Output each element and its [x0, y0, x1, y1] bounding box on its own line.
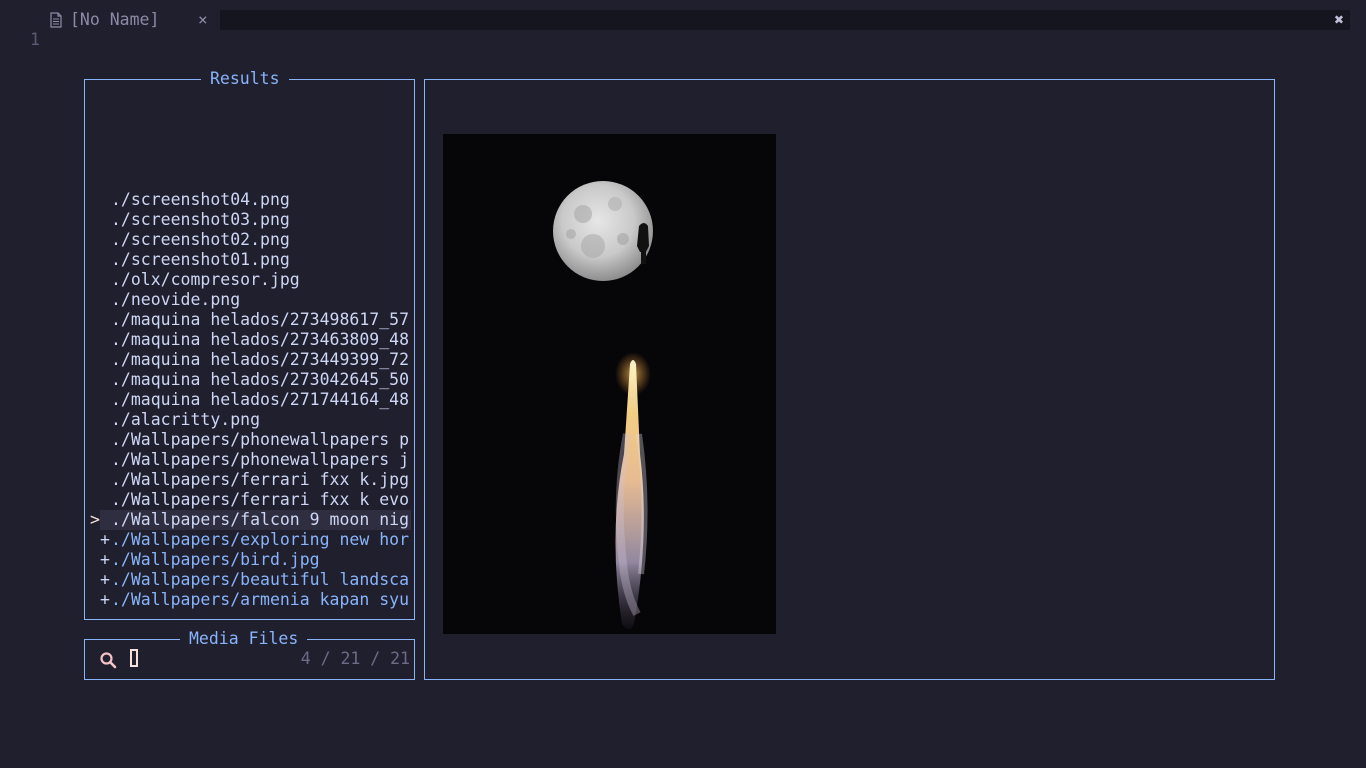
- result-counter: 4 / 21 / 21: [300, 649, 410, 668]
- result-item[interactable]: ./neovide.png: [85, 290, 414, 310]
- tabline-fill: [220, 10, 1320, 30]
- result-item[interactable]: ./olx/compresor.jpg: [85, 270, 414, 290]
- result-item[interactable]: ./screenshot03.png: [85, 210, 414, 230]
- result-item[interactable]: ./Wallpapers/phonewallpapers p: [85, 430, 414, 450]
- results-list: ./screenshot04.png ./screenshot03.png ./sc…: [85, 190, 414, 610]
- result-path: ./maquina helados/273498617_57: [111, 310, 410, 329]
- prompt-panel: Media Files 4 / 21 / 21: [84, 629, 415, 680]
- result-path: ./Wallpapers/armenia kapan syu: [111, 590, 410, 609]
- result-path: ./Wallpapers/falcon 9 moon nig: [111, 510, 410, 529]
- result-path: ./Wallpapers/phonewallpapers j: [111, 450, 410, 469]
- result-path: ./maquina helados/271744164_48: [111, 390, 410, 409]
- tab-close-icon[interactable]: ×: [198, 10, 208, 30]
- search-input[interactable]: [130, 649, 138, 667]
- result-path: ./Wallpapers/phonewallpapers p: [111, 430, 410, 449]
- result-item[interactable]: ./maquina helados/273463809_48: [85, 330, 414, 350]
- result-path: ./Wallpapers/exploring new hor: [111, 530, 410, 549]
- results-panel: Results ./screenshot04.png ./screenshot03…: [84, 69, 415, 620]
- line-number: 1: [30, 30, 40, 49]
- buffer-tab[interactable]: [No Name] ×: [10, 10, 220, 30]
- result-item[interactable]: + ./Wallpapers/beautiful landsca: [85, 570, 414, 590]
- result-item[interactable]: ./Wallpapers/phonewallpapers j: [85, 450, 414, 470]
- result-item[interactable]: > ./Wallpapers/falcon 9 moon nig: [85, 510, 414, 530]
- result-item[interactable]: ./screenshot02.png: [85, 230, 414, 250]
- result-path: ./maquina helados/273449399_72: [111, 350, 410, 369]
- result-path: ./screenshot01.png: [111, 250, 290, 269]
- preview-image: [443, 134, 776, 634]
- result-path: ./screenshot02.png: [111, 230, 290, 249]
- buffer-tab-label: [No Name]: [70, 10, 160, 29]
- result-item[interactable]: ./maquina helados/273042645_50: [85, 370, 414, 390]
- result-item[interactable]: ./maquina helados/273449399_72: [85, 350, 414, 370]
- result-item[interactable]: ./screenshot01.png: [85, 250, 414, 270]
- result-item[interactable]: ./alacritty.png: [85, 410, 414, 430]
- tabline: [No Name] × ✖: [10, 10, 1350, 30]
- result-path: ./Wallpapers/ferrari fxx k.jpg: [111, 470, 410, 489]
- result-item[interactable]: ./Wallpapers/ferrari fxx k evo: [85, 490, 414, 510]
- result-item[interactable]: + ./Wallpapers/exploring new hor: [85, 530, 414, 550]
- result-path: ./neovide.png: [111, 290, 241, 309]
- results-title: Results: [201, 69, 289, 89]
- result-path: ./olx/compresor.jpg: [111, 270, 300, 289]
- preview-panel: [424, 79, 1275, 680]
- result-path: ./alacritty.png: [111, 410, 261, 429]
- result-item[interactable]: ./screenshot04.png: [85, 190, 414, 210]
- result-path: ./maquina helados/273463809_48: [111, 330, 410, 349]
- result-item[interactable]: ./maquina helados/273498617_57: [85, 310, 414, 330]
- result-item[interactable]: ./maquina helados/271744164_48: [85, 390, 414, 410]
- file-icon: [50, 12, 62, 28]
- prompt-title: Media Files: [180, 629, 308, 649]
- result-marker: >: [90, 510, 100, 529]
- result-path: ./screenshot04.png: [111, 190, 290, 209]
- result-path: ./screenshot03.png: [111, 210, 290, 229]
- result-path: ./Wallpapers/bird.jpg: [111, 550, 320, 569]
- result-path: ./Wallpapers/ferrari fxx k evo: [111, 490, 410, 509]
- search-icon: [100, 652, 117, 669]
- result-item[interactable]: ./Wallpapers/ferrari fxx k.jpg: [85, 470, 414, 490]
- result-path: ./Wallpapers/beautiful landsca: [111, 570, 410, 589]
- rocket-launch-image: [443, 134, 776, 634]
- result-path: ./maquina helados/273042645_50: [111, 370, 410, 389]
- result-item[interactable]: + ./Wallpapers/bird.jpg: [85, 550, 414, 570]
- close-all-icon[interactable]: ✖: [1334, 10, 1344, 30]
- result-item[interactable]: + ./Wallpapers/armenia kapan syu: [85, 590, 414, 610]
